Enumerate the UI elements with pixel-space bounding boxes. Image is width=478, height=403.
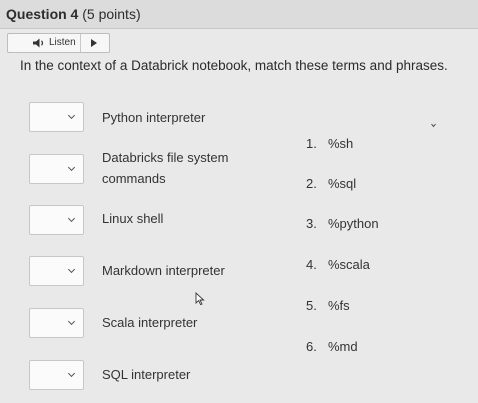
question-points: (5 points) <box>82 6 141 22</box>
answer-number: 3. <box>306 216 317 231</box>
answer-number: 1. <box>306 136 317 151</box>
match-select-6[interactable] <box>29 360 84 390</box>
chevron-down-icon <box>67 369 76 378</box>
question-header: Question 4 (5 points) <box>0 0 478 29</box>
term-label-6: SQL interpreter <box>102 367 191 382</box>
question-number: Question 4 <box>6 6 79 22</box>
term-label-1: Python interpreter <box>102 110 206 125</box>
term-label-2: Databricks file system commands <box>102 147 228 189</box>
term-label-2-line2: commands <box>102 171 166 186</box>
term-label-5: Scala interpreter <box>102 315 198 330</box>
term-label-4: Markdown interpreter <box>102 263 225 278</box>
answer-value: %fs <box>328 298 350 313</box>
answer-number: 2. <box>306 176 317 191</box>
answer-option-5: 5. %fs <box>306 298 350 313</box>
question-prompt: In the context of a Databrick notebook, … <box>20 58 448 73</box>
answer-number: 5. <box>306 298 317 313</box>
match-select-1[interactable] <box>29 102 84 132</box>
term-label-2-line1: Databricks file system <box>102 150 229 165</box>
answer-value: %sql <box>328 176 357 191</box>
match-select-2[interactable] <box>29 154 84 184</box>
listen-toolbar: Listen <box>7 33 110 53</box>
match-select-5[interactable] <box>29 308 84 338</box>
mouse-cursor-icon <box>195 292 205 306</box>
speaker-icon <box>33 38 44 48</box>
answer-value: %md <box>328 339 358 354</box>
question-title: Question 4 (5 points) <box>6 6 141 22</box>
listen-label: Listen <box>49 37 76 48</box>
chevron-down-icon <box>67 111 76 120</box>
answer-number: 4. <box>306 257 317 272</box>
answer-option-6: 6. %md <box>306 339 358 354</box>
match-select-4[interactable] <box>29 256 84 286</box>
play-button[interactable] <box>81 34 109 52</box>
answer-option-1: 1. %sh <box>306 136 353 151</box>
answer-option-2: 2. %sql <box>306 176 356 191</box>
term-label-3: Linux shell <box>102 211 164 226</box>
chevron-down-icon <box>67 163 76 172</box>
answer-option-4: 4. %scala <box>306 257 370 272</box>
answer-value: %python <box>328 216 379 231</box>
answer-value: %sh <box>328 136 354 151</box>
answer-number: 6. <box>306 339 317 354</box>
chevron-down-icon <box>67 265 76 274</box>
match-select-3[interactable] <box>29 205 84 235</box>
answer-value: %scala <box>328 257 370 272</box>
answer-option-3: 3. %python <box>306 216 379 231</box>
chevron-down-icon <box>67 214 76 223</box>
listen-button[interactable]: Listen <box>8 34 81 52</box>
small-caret-icon <box>431 123 436 128</box>
play-icon <box>91 39 97 47</box>
chevron-down-icon <box>67 317 76 326</box>
